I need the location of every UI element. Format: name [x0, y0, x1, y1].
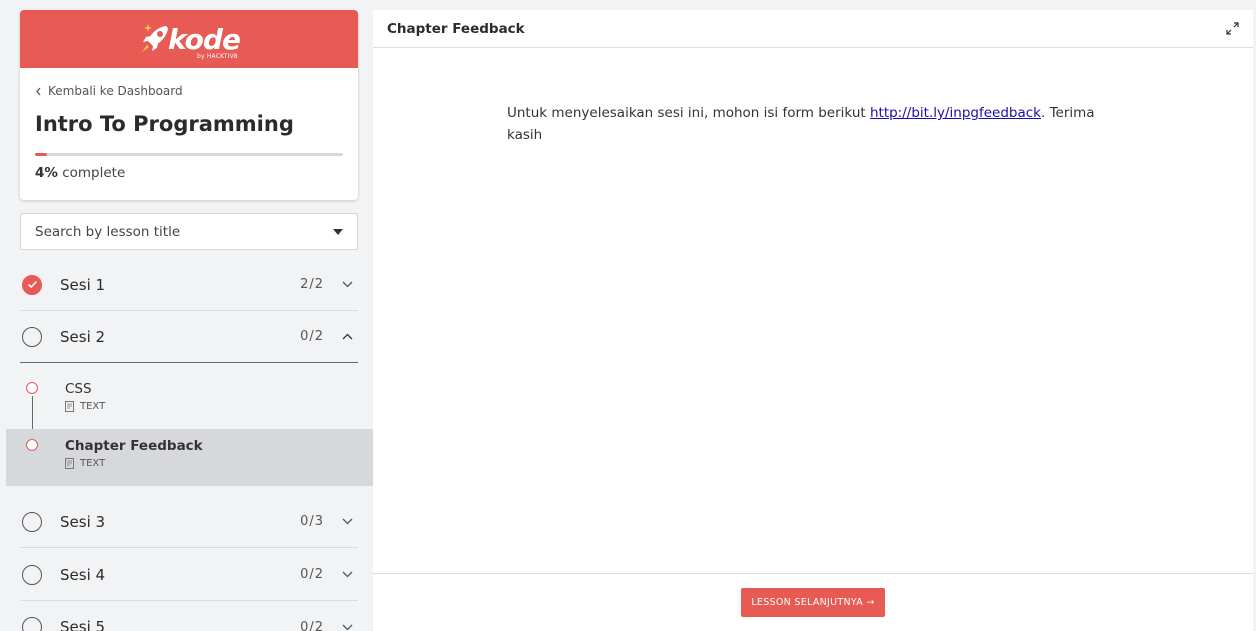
session-count: 0/3	[300, 514, 324, 529]
chevron-up-icon	[340, 330, 354, 344]
back-label: Kembali ke Dashboard	[48, 84, 183, 98]
session-name: Sesi 4	[60, 565, 106, 584]
lesson-header: Chapter Feedback	[373, 10, 1253, 48]
document-icon	[65, 401, 74, 412]
brand-sub: by HACKTIV8	[196, 53, 238, 60]
brand-logo[interactable]: kode by HACKTIV8	[138, 19, 241, 60]
brand-name: kode	[168, 22, 241, 56]
caret-down-icon	[333, 228, 343, 235]
lesson-type-label: TEXT	[80, 401, 106, 412]
progress-value: 4%	[35, 165, 58, 181]
chevron-down-icon	[340, 515, 354, 529]
lesson-name: CSS	[65, 381, 92, 397]
session-sesi-4[interactable]: Sesi 4 0/2	[20, 549, 358, 601]
search-placeholder: Search by lesson title	[35, 223, 181, 240]
next-lesson-button[interactable]: LESSON SELANJUTNYA →	[741, 588, 885, 617]
session-count: 0/2	[300, 329, 324, 344]
brand-header: kode by HACKTIV8	[20, 10, 358, 68]
lesson-search-select[interactable]: Search by lesson title	[20, 213, 358, 250]
session-name: Sesi 3	[60, 512, 106, 531]
lesson-item-chapter-feedback[interactable]: Chapter Feedback TEXT	[6, 429, 373, 486]
session-count: 0/2	[300, 619, 324, 631]
feedback-link[interactable]: http://bit.ly/inpgfeedback	[870, 105, 1041, 121]
sidebar: kode by HACKTIV8 Kembali ke Dashboard In…	[6, 0, 373, 631]
empty-circle-icon	[22, 326, 42, 347]
lesson-name: Chapter Feedback	[65, 438, 203, 454]
lesson-status-ring-icon	[26, 382, 38, 394]
chevron-down-icon	[340, 568, 354, 582]
empty-circle-icon	[22, 617, 42, 631]
check-circle-icon	[22, 274, 42, 295]
lesson-list: CSS TEXT Chapter Feedback TEXT	[6, 372, 373, 486]
session-sesi-1[interactable]: Sesi 1 2/2	[20, 259, 358, 311]
rocket-icon	[142, 24, 169, 52]
lesson-title: Chapter Feedback	[387, 20, 525, 37]
lesson-item-css[interactable]: CSS TEXT	[6, 372, 373, 429]
lesson-status-ring-icon	[26, 439, 38, 451]
session-count: 2/2	[300, 277, 324, 292]
session-sesi-5[interactable]: Sesi 5 0/2	[20, 601, 358, 631]
session-name: Sesi 5	[60, 618, 106, 631]
progress-label: 4% complete	[35, 165, 125, 181]
lesson-panel: Chapter Feedback Untuk menyelesaikan ses…	[373, 10, 1253, 631]
expand-icon[interactable]	[1226, 22, 1239, 35]
session-sesi-3[interactable]: Sesi 3 0/3	[20, 496, 358, 548]
session-sesi-2[interactable]: Sesi 2 0/2	[20, 311, 358, 363]
progress-fill	[35, 153, 48, 156]
progress-bar	[35, 153, 343, 156]
session-name: Sesi 1	[60, 275, 106, 294]
progress-suffix: complete	[57, 165, 126, 181]
back-to-dashboard-link[interactable]: Kembali ke Dashboard	[35, 84, 183, 98]
chevron-left-icon	[36, 87, 41, 95]
chevron-down-icon	[340, 620, 354, 631]
session-name: Sesi 2	[60, 327, 106, 346]
session-count: 0/2	[300, 567, 324, 582]
chevron-down-icon	[340, 278, 354, 292]
lesson-type: TEXT	[65, 458, 373, 469]
lesson-footer: LESSON SELANJUTNYA →	[373, 573, 1253, 631]
empty-circle-icon	[22, 564, 42, 585]
lesson-type: TEXT	[65, 401, 373, 412]
lesson-body: Untuk menyelesaikan sesi ini, mohon isi …	[507, 102, 1107, 146]
empty-circle-icon	[22, 511, 42, 532]
document-icon	[65, 458, 74, 469]
lesson-type-label: TEXT	[80, 458, 106, 469]
course-card: kode by HACKTIV8 Kembali ke Dashboard In…	[20, 10, 358, 200]
body-text: Untuk menyelesaikan sesi ini, mohon isi …	[507, 105, 870, 121]
course-title: Intro To Programming	[35, 112, 294, 136]
